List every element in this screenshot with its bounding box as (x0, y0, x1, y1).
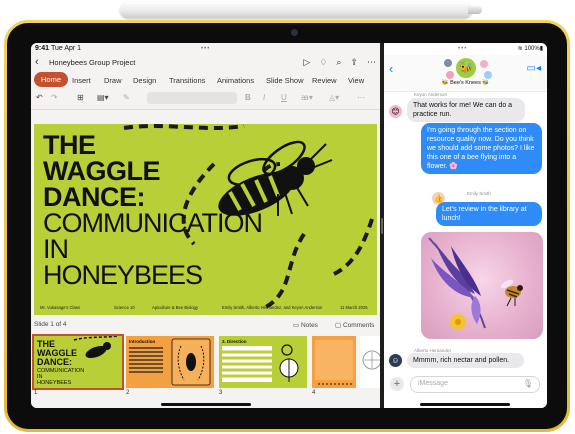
message-bubble-outgoing[interactable]: I'm going through the section on resourc… (421, 123, 542, 174)
thumbnail-slide-1[interactable]: THE WAGGLE DANCE: COMMUNICATION IN HONEY… (32, 334, 124, 390)
undo-icon[interactable]: ↶ (36, 93, 43, 102)
slide-title-line-3: DANCE: (43, 182, 146, 212)
slide-title-line-2: WAGGLE (43, 156, 161, 186)
tab-transitions[interactable]: Transitions (163, 74, 211, 87)
message-input-placeholder: iMessage (418, 380, 448, 387)
search-icon[interactable]: ⌕ (336, 57, 341, 68)
status-bar: 9:41 Tue Apr 1 ••• (31, 43, 380, 55)
document-title[interactable]: Honeybees Group Project (49, 58, 135, 67)
new-slide-icon[interactable]: ⊞ (77, 93, 84, 102)
conversation-header: ‹ 🐝 🐝 Bee's Knees 🐝 ▭◂ (384, 55, 547, 92)
message-composer: + iMessage 🎙 (384, 373, 547, 397)
font-name-field[interactable] (147, 92, 237, 104)
status-date: Tue Apr 1 (50, 45, 82, 52)
slide-counter: Slide 1 of 4 (34, 321, 67, 328)
front-camera (291, 29, 298, 36)
group-avatar[interactable]: 🐝 (456, 58, 476, 78)
format-painter-icon[interactable]: ✎ (123, 93, 130, 102)
shared-photo-bee-flower[interactable] (421, 232, 543, 339)
sender-name: Keyon Anderson (414, 92, 448, 97)
group-name[interactable]: 🐝 Bee's Knees 🐝 (384, 80, 547, 86)
plus-icon[interactable]: + (390, 377, 404, 391)
thumbnail-number: 2 (126, 390, 130, 396)
member-avatar (444, 59, 452, 67)
ribbon-tabs: Home Insert Draw Design Transitions Anim… (31, 72, 380, 88)
slide-subtitle-line-3: HONEYBEES (43, 260, 203, 290)
slide-subtitle-line-1: COMMUNICATION (43, 208, 263, 238)
notes-button[interactable]: ▭ Notes (293, 321, 318, 329)
footer-authors: Emily Smith, Alberto Hernandez, and Keyo… (222, 305, 323, 310)
thumbnail-number: 3 (219, 390, 223, 396)
mic-icon[interactable]: 🎙 (523, 379, 533, 388)
back-chevron-icon[interactable]: ‹ (389, 61, 393, 76)
system-status-icons: ≋ 100%▮ (517, 46, 543, 52)
text-style-icon[interactable]: ꜳ▾ (301, 93, 313, 102)
tab-slide-show[interactable]: Slide Show (260, 74, 310, 87)
slide-thumbnails: THE WAGGLE DANCE: COMMUNICATION IN HONEY… (31, 333, 380, 403)
play-icon[interactable]: ▷ (303, 57, 310, 68)
comments-button[interactable]: ▢ Comments (335, 321, 374, 329)
tab-design[interactable]: Design (127, 74, 162, 87)
message-input[interactable]: iMessage 🎙 (410, 376, 540, 393)
footer-course: Apiculture & Bee Biology (152, 305, 199, 310)
slide-status-bar: Slide 1 of 4 ▭ Notes ▢ Comments (31, 318, 380, 332)
tab-draw[interactable]: Draw (98, 74, 128, 87)
share-icon[interactable]: ⇪ (350, 57, 358, 68)
message-bubble-outgoing[interactable]: Let's review in the library at lunch! (436, 202, 542, 226)
thumbnail-number: 4 (312, 390, 316, 396)
layout-icon[interactable]: ▤▾ (97, 93, 109, 102)
status-bar-right: ••• ≋ 100%▮ (384, 43, 547, 55)
avatar: ☺ (389, 354, 402, 367)
lightbulb-icon[interactable]: ♢ (319, 57, 327, 68)
message-bubble-incoming[interactable]: Mmmm, rich nectar and pollen. (407, 353, 524, 368)
member-avatar (480, 60, 488, 68)
underline-button[interactable]: U (281, 93, 287, 102)
footer-date: 11 March 2025 (340, 305, 368, 310)
footer-science: Science 10 (114, 305, 135, 310)
home-indicator[interactable] (161, 403, 251, 406)
thumbnail-slide-4[interactable] (312, 336, 356, 388)
redo-icon[interactable]: ↷ (51, 93, 58, 102)
slide-subtitle-line-2: IN (43, 234, 69, 264)
presentation-app: 9:41 Tue Apr 1 ••• ‹ Honeybees Group Pro… (31, 43, 380, 408)
tab-animations[interactable]: Animations (211, 74, 260, 87)
slide-title-line-1: THE (43, 130, 96, 160)
tab-review[interactable]: Review (306, 74, 343, 87)
fill-color-icon[interactable]: ◬▾ (329, 93, 339, 102)
thumbnail-number: 1 (34, 390, 38, 396)
messages-app: ••• ≋ 100%▮ ‹ 🐝 🐝 Bee's Knees 🐝 ▭◂ Keyon… (384, 43, 547, 408)
bold-button[interactable]: B (245, 93, 251, 102)
message-bubble-incoming[interactable]: That works for me! We can do a practice … (407, 98, 525, 122)
tab-view[interactable]: View (342, 74, 370, 87)
tab-insert[interactable]: Insert (66, 74, 97, 87)
italic-button[interactable]: I (263, 93, 265, 102)
title-bar: ‹ Honeybees Group Project ▷ ♢ ⌕ ⇪ ⋯ (31, 55, 380, 71)
tab-home[interactable]: Home (34, 72, 69, 87)
back-chevron-icon[interactable]: ‹ (35, 56, 39, 68)
member-avatar (446, 71, 454, 79)
more-icon[interactable]: ⋯ (367, 57, 376, 68)
thumbnail-partial[interactable] (360, 336, 380, 388)
status-time: 9:41 (35, 45, 50, 52)
thumbnail-slide-2[interactable]: Introduction (126, 336, 214, 388)
more-format-icon[interactable]: ⋯ (357, 93, 365, 102)
multitask-dots[interactable]: ••• (458, 46, 467, 52)
footer-class: Mr. Vukasage's Class (40, 305, 80, 310)
avatar: 😊 (389, 105, 402, 118)
apple-pencil (120, 2, 482, 18)
formatting-toolbar: ↶ ↷ ⊞ ▤▾ ✎ B I U ꜳ▾ ◬▾ ⋯ (31, 91, 380, 107)
ipad-screen: 9:41 Tue Apr 1 ••• ‹ Honeybees Group Pro… (31, 43, 547, 408)
sender-name: Emily Smith (467, 191, 491, 196)
thumbnail-slide-3[interactable]: 3. Direction (219, 336, 307, 388)
member-avatar (484, 71, 492, 79)
home-indicator[interactable] (420, 403, 510, 406)
video-call-icon[interactable]: ▭◂ (527, 63, 541, 74)
current-slide[interactable]: THE WAGGLE DANCE: COMMUNICATION IN HONEY… (34, 124, 377, 315)
multitask-dots[interactable]: ••• (201, 46, 210, 52)
